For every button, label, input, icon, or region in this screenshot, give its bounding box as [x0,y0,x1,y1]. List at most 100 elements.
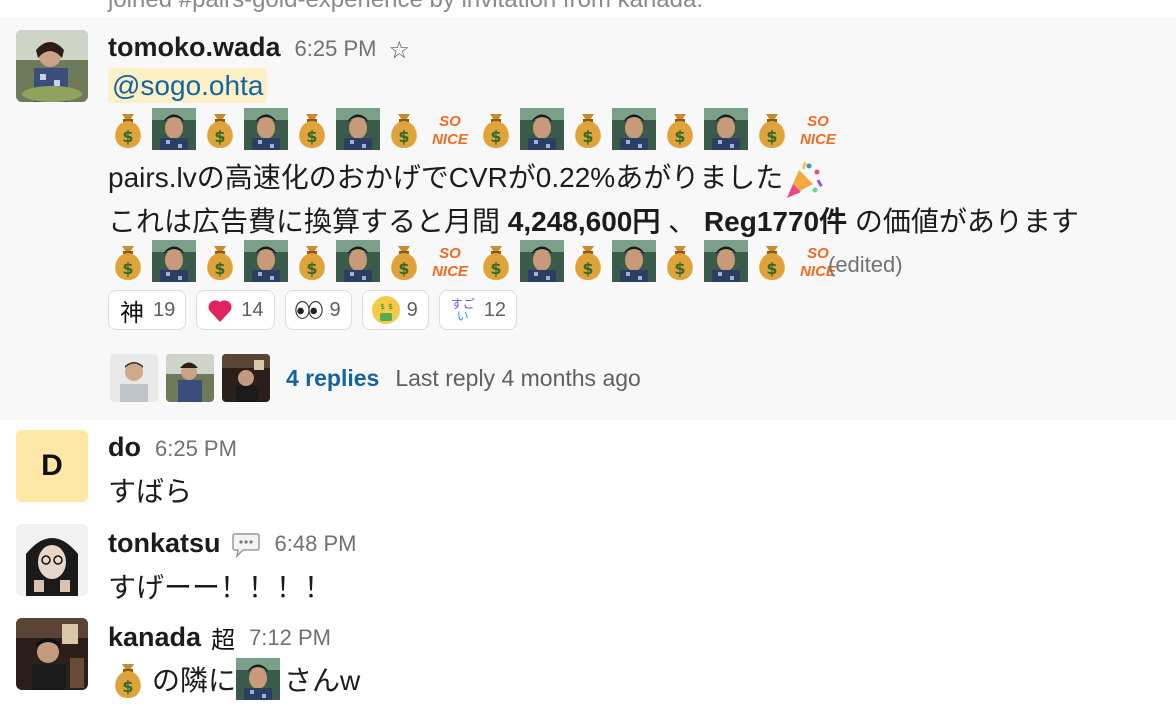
user-name[interactable]: kanada [108,622,201,653]
money-bag-icon: $ [200,240,240,282]
reaction-count: 9 [329,298,341,321]
message-text: すげーー！！！！ [108,572,333,603]
face-emoji-icon [152,240,196,282]
face-emoji-icon [244,108,288,150]
svg-text:NICE: NICE [800,131,837,148]
message-tonkatsu[interactable]: tonkatsu 6:48 PM すげーー！！！！ [0,516,1176,612]
so-nice-icon: SO NICE [428,108,472,150]
svg-text:$: $ [582,127,593,146]
svg-text:$: $ [306,259,317,278]
message-text-end: さんw [284,665,361,696]
avatar[interactable] [16,618,88,690]
amount-value: 4,248,600円 [507,206,661,237]
svg-text:$: $ [766,127,777,146]
avatar[interactable] [16,524,88,596]
svg-text:$: $ [674,259,685,278]
user-name[interactable]: tonkatsu [108,528,221,559]
message-do[interactable]: D do 6:25 PM すばら [0,420,1176,516]
svg-text:$: $ [490,127,501,146]
money-bag-icon: $ [568,240,608,282]
timestamp[interactable]: 6:25 PM [295,36,377,62]
face-emoji-icon [236,658,281,700]
svg-text:SO: SO [439,245,461,262]
svg-text:SO: SO [807,113,829,130]
svg-text:$: $ [674,127,685,146]
edited-label: (edited) [828,252,903,277]
svg-text:$: $ [122,127,133,146]
message-text-mid: の隣に [152,665,237,696]
user-name[interactable]: tomoko.wada [108,32,281,63]
face-emoji-icon [612,108,656,150]
reply-avatar [110,354,158,402]
star-icon[interactable]: ☆ [388,36,410,65]
cho-kanji-icon: 超 [211,626,236,654]
svg-text:$: $ [388,302,393,311]
face-emoji-icon [244,240,288,282]
message-line-2-suffix: の価値があります [847,206,1079,237]
money-bag-icon: $ [752,108,792,150]
reply-avatar [166,354,214,402]
thread-summary[interactable]: 4 replies Last reply 4 months ago [110,354,641,402]
user-mention[interactable]: @sogo.ohta [108,68,268,103]
svg-text:$: $ [380,302,385,311]
reaction-heart[interactable]: 14 [196,290,275,330]
system-message: joined #pairs-gold-experience by invitat… [108,0,703,14]
face-emoji-icon [520,108,564,150]
reaction-count: 9 [406,298,418,321]
reaction-eyes[interactable]: 9 [284,290,352,330]
money-bag-icon: $ [660,108,700,150]
avatar[interactable] [16,30,88,102]
face-emoji-icon [520,240,564,282]
message-kanada[interactable]: kanada 超 7:12 PM $ の隣に さんw [0,612,1176,720]
emoji-strip: $ $ $ $ SO NICE $ $ $ $ SO NICE [108,108,844,150]
reaction-count: 14 [241,298,264,321]
avatar[interactable]: D [16,430,88,502]
speech-bubble-icon [231,530,261,558]
money-mouth-face-icon: $ $ [371,295,401,325]
svg-text:$: $ [306,127,317,146]
svg-text:$: $ [398,259,409,278]
money-bag-icon: $ [200,108,240,150]
money-bag-icon: $ [292,108,332,150]
reaction-bar: 神 19 14 9 $ $ 9 すご い 12 [108,290,527,330]
timestamp[interactable]: 7:12 PM [249,625,331,651]
message-line-2-prefix: これは広告費に換算すると月間 [108,206,508,237]
reaction-count: 19 [153,298,176,321]
svg-text:$: $ [766,259,777,278]
eyes-icon [294,295,324,325]
message-tomoko-wada[interactable]: tomoko.wada 6:25 PM ☆ @sogo.ohta $ $ $ $ SO N… [0,18,1176,420]
emoji-strip: $ $ $ $ SO NICE $ $ $ $ SO NICE [108,240,844,282]
money-bag-icon: $ [476,108,516,150]
face-emoji-icon [612,240,656,282]
svg-text:NICE: NICE [432,131,469,148]
reaction-count: 12 [483,298,506,321]
money-bag-icon: $ [108,108,148,150]
face-emoji-icon [704,108,748,150]
svg-text:$: $ [398,127,409,146]
user-name[interactable]: do [108,432,141,463]
money-bag-icon: $ [476,240,516,282]
reaction-money-mouth[interactable]: $ $ 9 [361,290,429,330]
svg-text:$: $ [122,259,133,278]
svg-text:$: $ [214,127,225,146]
svg-text:NICE: NICE [432,263,469,280]
so-nice-icon: SO NICE [428,240,472,282]
reaction-kami[interactable]: 神 19 [108,290,187,330]
timestamp[interactable]: 6:48 PM [275,531,357,557]
sugoi-icon: すごい [450,297,475,323]
face-emoji-icon [336,240,380,282]
svg-text:$: $ [214,259,225,278]
kami-kanji-icon: 神 [120,298,144,327]
replies-link[interactable]: 4 replies [286,365,379,392]
last-reply-text: Last reply 4 months ago [395,364,641,391]
svg-text:SO: SO [439,113,461,130]
message-text: すばら [108,476,193,507]
svg-text:SO: SO [807,245,829,262]
heart-icon [205,295,235,325]
face-emoji-icon [704,240,748,282]
reply-avatar [222,354,270,402]
timestamp[interactable]: 6:25 PM [155,436,237,462]
party-popper-icon [783,160,823,200]
reaction-sugoi[interactable]: すごい 12 [438,290,517,330]
money-bag-icon: $ [568,108,608,150]
